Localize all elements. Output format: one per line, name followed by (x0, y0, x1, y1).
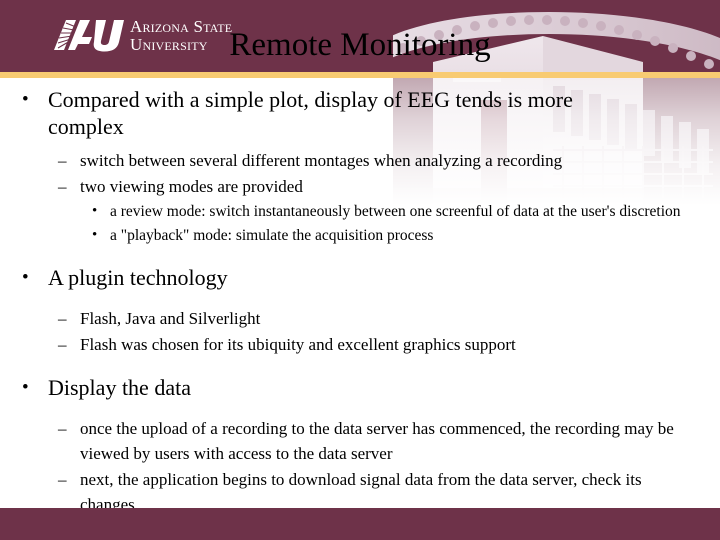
bullet-level2: – two viewing modes are provided (0, 174, 720, 199)
bullet-text: Flash was chosen for its ubiquity and ex… (80, 335, 516, 354)
bullet-level2: – Flash, Java and Silverlight (0, 306, 720, 331)
bullet-marker: – (58, 470, 67, 489)
bullet-text: A plugin technology (48, 265, 228, 290)
gold-divider-rule (0, 72, 720, 78)
bullet-text: Flash, Java and Silverlight (80, 309, 261, 328)
asu-logo: Arizona State University (52, 17, 232, 57)
bullet-marker: • (22, 377, 29, 398)
asu-logo-line-1: Arizona State (130, 17, 233, 36)
footer-band (0, 508, 720, 540)
bullet-marker: • (92, 203, 98, 219)
bullet-text: two viewing modes are provided (80, 177, 303, 196)
bullet-level1: • Compared with a simple plot, display o… (0, 86, 720, 140)
bullet-marker: – (58, 309, 67, 328)
bullet-level2: – once the upload of a recording to the … (0, 416, 720, 466)
asu-logo-line-2: University (130, 35, 208, 54)
bullet-marker: – (58, 151, 67, 170)
bullet-level1: • A plugin technology (0, 264, 720, 291)
slide-canvas: Arizona State University Remote Monitori… (0, 0, 720, 540)
bullet-text: a "playback" mode: simulate the acquisit… (110, 227, 434, 244)
asu-logo-wordmark: Arizona State University (130, 17, 232, 54)
bullet-level3: • a "playback" mode: simulate the acquis… (0, 224, 720, 247)
bullet-text: once the upload of a recording to the da… (80, 419, 674, 463)
bullet-level1: • Display the data (0, 374, 720, 401)
bullet-marker: • (22, 267, 29, 288)
bullet-marker: • (92, 227, 98, 243)
bullet-text: Display the data (48, 375, 191, 400)
bullet-marker: – (58, 177, 67, 196)
asu-monogram-icon (54, 20, 124, 52)
bullet-text: a review mode: switch instantaneously be… (110, 203, 681, 220)
bullet-text: Compared with a simple plot, display of … (48, 87, 573, 139)
bullet-marker: – (58, 335, 67, 354)
bullet-level3: • a review mode: switch instantaneously … (0, 200, 720, 223)
bullet-marker: – (58, 419, 67, 438)
slide-body: • Compared with a simple plot, display o… (0, 86, 720, 518)
bullet-level2: – switch between several different monta… (0, 148, 720, 173)
asu-logo-mark-icon (52, 17, 126, 53)
bullet-marker: • (22, 89, 29, 110)
bullet-text: switch between several different montage… (80, 151, 563, 170)
bullet-level2: – Flash was chosen for its ubiquity and … (0, 332, 720, 357)
